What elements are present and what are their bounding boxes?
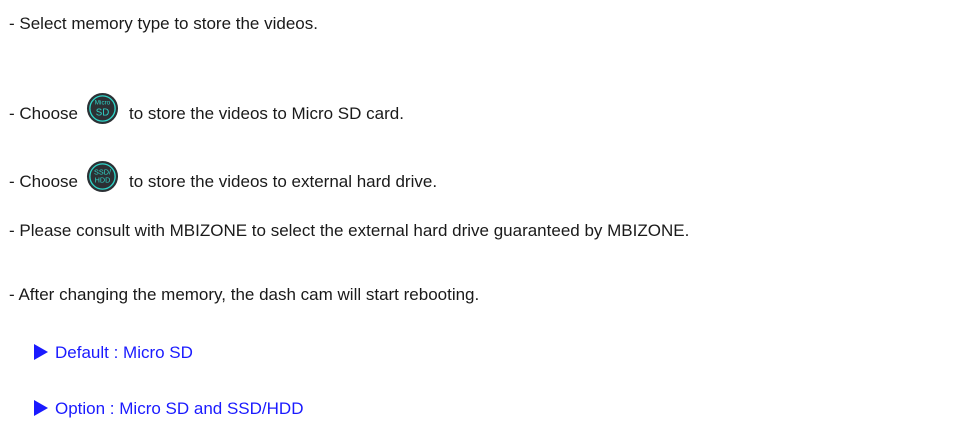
triangle-bullet-icon <box>34 400 48 416</box>
default-setting: Default : Micro SD <box>34 343 193 363</box>
option-setting: Option : Micro SD and SSD/HDD <box>34 399 303 419</box>
instruction-consult: - Please consult with MBIZONE to select … <box>9 221 690 240</box>
micro-sd-icon-bottom-text: SD <box>96 107 109 118</box>
choose-label: - Choose <box>9 172 78 191</box>
ssd-hdd-icon-bottom-text: HDD <box>95 175 111 184</box>
instruction-choose-micro-sd: - Choose Micro SD to store the videos to… <box>9 92 404 125</box>
choose-label: - Choose <box>9 104 78 123</box>
triangle-bullet-icon <box>34 344 48 360</box>
choose-micro-sd-description: to store the videos to Micro SD card. <box>128 104 404 123</box>
instruction-select-memory: - Select memory type to store the videos… <box>9 14 318 33</box>
micro-sd-icon-top-text: Micro <box>95 100 111 107</box>
option-setting-text: Option : Micro SD and SSD/HDD <box>55 399 304 418</box>
instruction-choose-ssd-hdd: - Choose SSD/ HDD to store the videos to… <box>9 160 437 193</box>
choose-ssd-hdd-description: to store the videos to external hard dri… <box>128 172 438 191</box>
ssd-hdd-icon: SSD/ HDD <box>86 160 119 193</box>
micro-sd-icon: Micro SD <box>86 92 119 125</box>
default-setting-text: Default : Micro SD <box>55 343 193 362</box>
instruction-reboot: - After changing the memory, the dash ca… <box>9 285 480 304</box>
